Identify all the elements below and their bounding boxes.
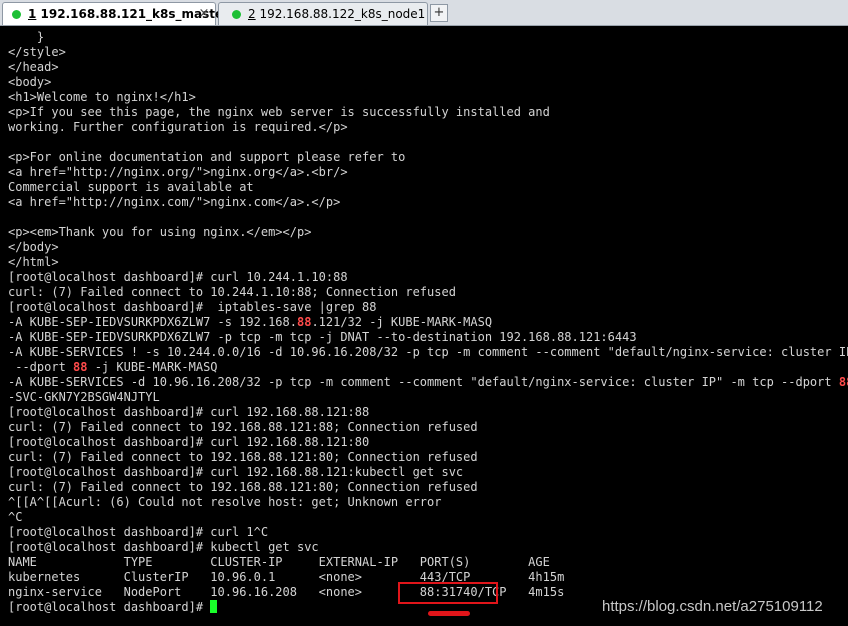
terminal-line: ^C bbox=[8, 510, 23, 524]
tab-label: 192.168.88.122_k8s_node1 bbox=[255, 7, 426, 21]
terminal-line: <p><em>Thank you for using nginx.</em></… bbox=[8, 225, 312, 239]
tab-number: 2 bbox=[248, 7, 256, 21]
terminal-line: -A KUBE-SERVICES -d 10.96.16.208/32 -p t… bbox=[8, 375, 848, 390]
connected-status-icon bbox=[12, 10, 21, 19]
terminal-line: -A KUBE-SEP-IEDVSURKPDX6ZLW7 -p tcp -m t… bbox=[8, 330, 637, 344]
terminal-line: [root@localhost dashboard]# curl 192.168… bbox=[8, 405, 370, 419]
terminal-line: <body> bbox=[8, 75, 52, 89]
terminal-line: </head> bbox=[8, 60, 59, 74]
terminal-line: <p>If you see this page, the nginx web s… bbox=[8, 105, 550, 119]
grep-match-highlight: 88 bbox=[838, 375, 848, 389]
grep-match-highlight: 88 bbox=[296, 315, 312, 329]
terminal-line: curl: (7) Failed connect to 192.168.88.1… bbox=[8, 420, 478, 434]
terminal-line: </body> bbox=[8, 240, 59, 254]
terminal-line: --dport 88 -j KUBE-MARK-MASQ bbox=[8, 360, 218, 374]
terminal-line: [root@localhost dashboard]# curl 192.168… bbox=[8, 435, 370, 449]
tab-k8s-node1[interactable]: 2 192.168.88.122_k8s_node1 bbox=[218, 2, 428, 25]
terminal-line: -A KUBE-SERVICES ! -s 10.244.0.0/16 -d 1… bbox=[8, 345, 848, 359]
terminal-line: <p>For online documentation and support … bbox=[8, 150, 406, 164]
cursor-icon bbox=[210, 600, 218, 613]
terminal-line: <a href="http://nginx.com/">nginx.com</a… bbox=[8, 195, 341, 209]
watermark: https://blog.csdn.net/a275109112 bbox=[602, 598, 823, 615]
terminal-line: [root@localhost dashboard]# kubectl get … bbox=[8, 540, 319, 554]
terminal-line: -A KUBE-SEP-IEDVSURKPDX6ZLW7 -s 192.168.… bbox=[8, 315, 493, 329]
annotation-highlight-box bbox=[398, 582, 498, 604]
connected-status-icon bbox=[232, 10, 241, 19]
terminal-line: ^[[A^[[Acurl: (6) Could not resolve host… bbox=[8, 495, 442, 509]
add-tab-button[interactable]: + bbox=[430, 4, 448, 22]
terminal-line: [root@localhost dashboard]# curl 192.168… bbox=[8, 465, 464, 479]
terminal-line: [root@localhost dashboard]# curl 10.244.… bbox=[8, 270, 348, 284]
terminal-output[interactable]: } </style> </head> <body> <h1>Welcome to ngi… bbox=[0, 26, 848, 626]
terminal-line: Commercial support is available at bbox=[8, 180, 254, 194]
terminal-line: working. Further configuration is requir… bbox=[8, 120, 348, 134]
terminal-line: curl: (7) Failed connect to 192.168.88.1… bbox=[8, 450, 478, 464]
terminal-line: } bbox=[8, 30, 45, 44]
terminal-line: [root@localhost dashboard]# curl 1^C bbox=[8, 525, 269, 539]
terminal-line: </html> bbox=[8, 255, 59, 269]
terminal-line: </style> bbox=[8, 45, 66, 59]
terminal-line: [root@localhost dashboard]# iptables-sav… bbox=[8, 300, 377, 314]
terminal-line: <a href="http://nginx.org/">nginx.org</a… bbox=[8, 165, 348, 179]
terminal-line: [root@localhost dashboard]# bbox=[8, 600, 218, 615]
annotation-underline bbox=[428, 611, 470, 616]
terminal-line: -SVC-GKN7Y2BSGW4NJTYL bbox=[8, 390, 160, 404]
terminal-line: curl: (7) Failed connect to 10.244.1.10:… bbox=[8, 285, 456, 299]
close-icon[interactable]: × bbox=[197, 7, 211, 21]
terminal-line: <h1>Welcome to nginx!</h1> bbox=[8, 90, 196, 104]
terminal-line: curl: (7) Failed connect to 192.168.88.1… bbox=[8, 480, 478, 494]
grep-match-highlight: 88 bbox=[73, 360, 88, 374]
tab-bar: 1 192.168.88.121_k8s_master × 2 192.168.… bbox=[0, 0, 848, 26]
terminal-line: NAME TYPE CLUSTER-IP EXTERNAL-IP PORT(S)… bbox=[8, 555, 550, 569]
tab-k8s-master[interactable]: 1 192.168.88.121_k8s_master × bbox=[2, 2, 229, 25]
